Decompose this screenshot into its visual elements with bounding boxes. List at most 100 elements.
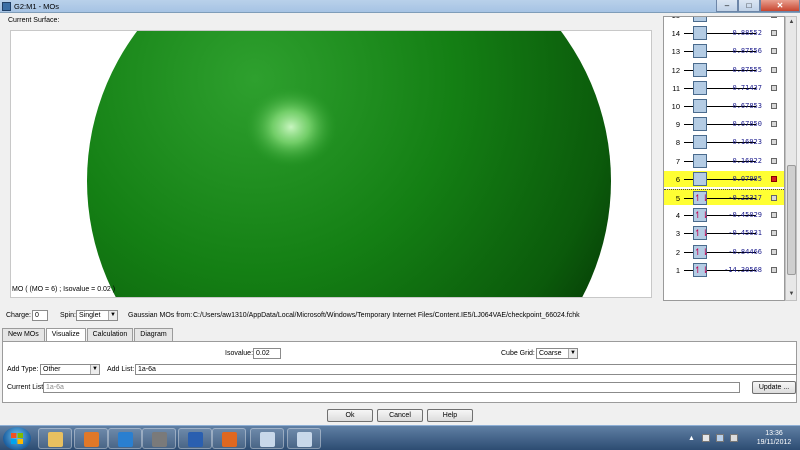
help-button[interactable]: Help: [427, 409, 473, 422]
mo-energy-diagram[interactable]: 151.13371140.88552130.87556120.87555110.…: [663, 16, 785, 301]
surface-viewer[interactable]: [10, 30, 652, 298]
tab-new-mos[interactable]: New MOs: [2, 328, 45, 341]
mo-row-1[interactable]: 1 ↿⇂ -14.30568: [664, 262, 784, 278]
image-viewer-icon: [260, 432, 275, 447]
mo-select-checkbox[interactable]: [771, 103, 777, 109]
isovalue-input[interactable]: 0.02: [253, 348, 281, 359]
orbital-box: [693, 135, 707, 150]
mo-row-7[interactable]: 7 0.16922: [664, 153, 784, 169]
mo-row-12[interactable]: 12 0.87555: [664, 62, 784, 78]
orbital-box: ↿⇂: [693, 244, 710, 259]
close-button[interactable]: ✕: [760, 0, 800, 12]
taskbar-button-6[interactable]: [250, 428, 284, 449]
mo-select-checkbox[interactable]: [771, 248, 777, 255]
mo-select-checkbox[interactable]: [771, 212, 777, 219]
mo-number: 11: [672, 83, 680, 93]
scrollbar-thumb[interactable]: [787, 165, 796, 275]
mo-select-checkbox[interactable]: [771, 66, 777, 73]
mo-number: 4: [675, 211, 680, 221]
isovalue-label: Isovalue:: [225, 350, 254, 357]
mo-select-checkbox[interactable]: [771, 139, 777, 146]
network-icon[interactable]: [716, 434, 724, 442]
current-surface-label: Current Surface:: [8, 17, 60, 24]
scroll-down-icon[interactable]: ▼: [787, 290, 796, 299]
taskbar-button-7[interactable]: [287, 428, 321, 449]
specular-highlight: [245, 87, 337, 167]
mo-select-checkbox[interactable]: [771, 121, 777, 128]
mo-row-4[interactable]: 4 ↿⇂ -0.45029: [664, 207, 784, 223]
mo-select-checkbox[interactable]: [771, 30, 777, 37]
add-type-select[interactable]: Other ▼: [40, 364, 100, 375]
add-list-label: Add List:: [107, 366, 135, 373]
taskbar-button-1[interactable]: [74, 428, 108, 449]
volume-icon[interactable]: [730, 434, 738, 442]
taskbar-button-0[interactable]: [38, 428, 72, 449]
chevron-down-icon[interactable]: ▼: [108, 311, 117, 320]
mo-row-14[interactable]: 14 0.88552: [664, 25, 784, 41]
app-icon: [2, 2, 11, 11]
tray-arrow-icon[interactable]: ▲: [688, 435, 695, 442]
mo-select-checkbox[interactable]: [771, 175, 777, 182]
scroll-up-icon[interactable]: ▲: [787, 18, 796, 27]
mo-row-6[interactable]: 6 0.07985: [664, 170, 784, 187]
mo-energy: 0.16922: [732, 156, 762, 165]
chevron-down-icon[interactable]: ▼: [568, 349, 577, 358]
cancel-button[interactable]: Cancel: [377, 409, 423, 422]
taskbar: ▲ 13:36 19/11/2012: [0, 425, 800, 450]
mo-select-checkbox[interactable]: [771, 266, 777, 273]
chevron-down-icon[interactable]: ▼: [90, 365, 99, 374]
visualize-panel: Isovalue: 0.02 Cube Grid: Coarse ▼ Add T…: [2, 341, 797, 403]
update-button[interactable]: Update ...: [752, 381, 796, 394]
taskbar-button-2[interactable]: [108, 428, 142, 449]
taskbar-button-3[interactable]: [142, 428, 176, 449]
mo-number: 5: [675, 194, 680, 203]
charge-label: Charge:: [6, 312, 31, 319]
mo-select-checkbox[interactable]: [771, 48, 777, 55]
word-icon: [188, 432, 203, 447]
mo-energy: 0.87555: [732, 65, 762, 74]
mo-select-checkbox[interactable]: [771, 17, 777, 18]
charge-spin-row: Charge: 0 Spin: Singlet ▼ Gaussian MOs f…: [6, 310, 786, 322]
mo-select-checkbox[interactable]: [771, 84, 777, 91]
taskbar-button-4[interactable]: [178, 428, 212, 449]
charge-input[interactable]: 0: [32, 310, 48, 321]
spin-select[interactable]: Singlet ▼: [76, 310, 118, 321]
mo-scrollbar[interactable]: ▲ ▼: [785, 16, 797, 301]
mo-number: 8: [675, 138, 680, 148]
mo-row-5[interactable]: 5 ↿⇂ -0.25317: [664, 189, 784, 205]
mo-row-10[interactable]: 10 0.67853: [664, 98, 784, 114]
mo-isosurface: [87, 31, 611, 297]
mo-number: 9: [675, 120, 680, 130]
mo-row-15[interactable]: 15 1.13371: [664, 17, 784, 23]
tab-diagram[interactable]: Diagram: [134, 328, 173, 341]
mo-row-3[interactable]: 3 ↿⇂ -0.45031: [664, 225, 784, 241]
mo-row-13[interactable]: 13 0.87556: [664, 43, 784, 59]
tab-visualize[interactable]: Visualize: [45, 328, 86, 342]
maximize-button[interactable]: □: [738, 0, 760, 12]
windows-logo-icon: [11, 433, 23, 444]
tab-calculation[interactable]: Calculation: [86, 328, 134, 341]
internet-explorer-icon: [118, 432, 133, 447]
minimize-button[interactable]: –: [716, 0, 738, 12]
start-button[interactable]: [3, 427, 31, 450]
ok-button[interactable]: Ok: [327, 409, 373, 422]
flag-icon[interactable]: [702, 434, 710, 442]
cube-grid-value: Coarse: [539, 350, 562, 357]
mo-row-2[interactable]: 2 ↿⇂ -0.84466: [664, 244, 784, 260]
cube-grid-select[interactable]: Coarse ▼: [536, 348, 578, 359]
clock-date: 19/11/2012: [756, 439, 792, 446]
sphere-shape: [87, 31, 611, 297]
clock[interactable]: 13:36 19/11/2012: [754, 429, 794, 447]
mo-row-8[interactable]: 8 0.16923: [664, 134, 784, 150]
mo-select-checkbox[interactable]: [771, 230, 777, 237]
mo-number: 7: [675, 156, 680, 166]
mo-row-11[interactable]: 11 0.71437: [664, 80, 784, 96]
mo-number: 15: [668, 17, 680, 20]
taskbar-button-5[interactable]: [212, 428, 246, 449]
mo-number: 3: [675, 229, 680, 239]
mo-row-9[interactable]: 9 0.67850: [664, 116, 784, 132]
mo-select-checkbox[interactable]: [771, 195, 777, 201]
add-list-input[interactable]: 1a-6a: [135, 364, 797, 375]
mo-select-checkbox[interactable]: [771, 157, 777, 164]
mo-number: 6: [675, 174, 680, 184]
